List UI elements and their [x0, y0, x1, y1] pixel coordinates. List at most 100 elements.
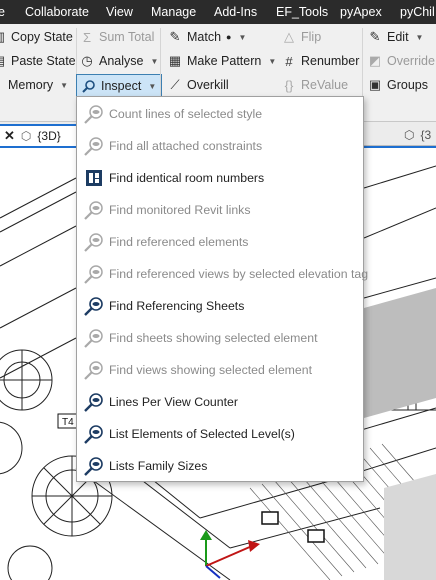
pattern-icon: ▦	[168, 53, 182, 68]
menu-item-architecture[interactable]: e	[0, 5, 5, 19]
menu-item-label: Find Referencing Sheets	[109, 299, 245, 313]
magnifier-eye-icon	[83, 264, 105, 284]
menu-item-label: List Elements of Selected Level(s)	[109, 427, 295, 441]
flip-icon: △	[284, 29, 294, 44]
paste-state-button[interactable]: ▤ Paste State	[0, 50, 76, 72]
revalue-button[interactable]: {} ReValue	[282, 74, 348, 96]
magnifier-eye-icon	[83, 392, 105, 412]
cube-icon: ⬡	[404, 128, 415, 142]
memory-dropdown-button[interactable]: Memory ▼	[8, 74, 68, 96]
magnifier-icon	[82, 79, 96, 93]
menu-item-label: Find referenced elements	[109, 235, 249, 249]
make-pattern-dropdown-button[interactable]: ▦ Make Pattern ▼	[168, 50, 276, 72]
menu-item-find-referenced-views-by-elevation-tag[interactable]: Find referenced views by selected elevat…	[77, 258, 368, 290]
menu-bar: e Collaborate View Manage Add-Ins EF_Too…	[0, 0, 436, 24]
chevron-down-icon: ▼	[150, 56, 159, 66]
menu-item-label: Find identical room numbers	[109, 171, 265, 185]
analyse-gauge-icon: ◷	[81, 53, 93, 68]
pencil-icon: ✎	[369, 29, 381, 44]
menu-item-label: Count lines of selected style	[109, 107, 263, 121]
sum-total-label: Sum Total	[99, 30, 155, 44]
sum-total-button[interactable]: Σ Sum Total	[80, 26, 154, 48]
menu-item-list-elements-of-selected-levels[interactable]: List Elements of Selected Level(s)	[77, 418, 363, 450]
override-icon: ◩	[368, 53, 382, 68]
room-plan-icon	[83, 168, 105, 188]
menu-item-pychilizer[interactable]: pyChil	[400, 5, 435, 19]
close-icon[interactable]: ✕	[4, 128, 15, 144]
paintbrush-icon: ✎	[169, 29, 181, 44]
menu-item-find-sheets-showing-selected-element[interactable]: Find sheets showing selected element	[77, 322, 363, 354]
paste-icon: ▤	[0, 53, 6, 68]
paste-state-label: Paste State	[11, 54, 76, 68]
match-dot-icon: ●	[226, 32, 232, 42]
edit-dropdown-button[interactable]: ✎ Edit ▼	[368, 26, 424, 48]
inspect-dropdown-button[interactable]: Inspect ▼	[76, 74, 163, 98]
renumber-button[interactable]: # Renumber	[282, 50, 359, 72]
magnifier-eye-icon	[83, 456, 105, 476]
renumber-label: Renumber	[301, 54, 360, 68]
menu-item-label: Find all attached constraints	[109, 139, 263, 153]
analyse-label: Analyse	[99, 54, 144, 68]
menu-item-find-all-attached-constraints[interactable]: Find all attached constraints	[77, 130, 363, 162]
flip-button[interactable]: △ Flip	[282, 26, 321, 48]
magnifier-eye-icon	[83, 104, 105, 124]
menu-item-label: Find views showing selected element	[109, 363, 313, 377]
menu-item-label: Find sheets showing selected element	[109, 331, 318, 345]
magnifier-eye-icon	[83, 360, 105, 380]
magnifier-eye-icon	[83, 424, 105, 444]
analyse-dropdown-button[interactable]: ◷ Analyse ▼	[80, 50, 158, 72]
overkill-button[interactable]: ⟋ Overkill	[168, 74, 229, 96]
chevron-down-icon: ▼	[415, 32, 424, 42]
memory-label: Memory	[8, 78, 54, 92]
menu-item-find-identical-room-numbers[interactable]: Find identical room numbers	[77, 162, 363, 194]
copy-icon: ▥	[0, 29, 6, 44]
overkill-label: Overkill	[187, 78, 229, 92]
menu-item-manage[interactable]: Manage	[151, 5, 196, 19]
hash-icon: #	[285, 53, 293, 69]
override-dropdown-button[interactable]: ◩ Override	[368, 50, 435, 72]
braces-icon: {}	[284, 77, 294, 93]
edit-label: Edit	[387, 30, 409, 44]
groups-icon: ▣	[368, 77, 382, 92]
inspect-label: Inspect	[101, 79, 142, 93]
chevron-down-icon: ▼	[148, 81, 157, 91]
magnifier-eye-icon	[83, 328, 105, 348]
menu-item-add-ins[interactable]: Add-Ins	[214, 5, 257, 19]
revalue-label: ReValue	[301, 78, 349, 92]
magnifier-eye-icon	[83, 296, 105, 316]
menu-item-label: Find monitored Revit links	[109, 203, 251, 217]
menu-item-view[interactable]: View	[106, 5, 133, 19]
chevron-down-icon: ▼	[238, 32, 247, 42]
menu-item-pyapex[interactable]: pyApex	[340, 5, 382, 19]
override-label: Override	[387, 54, 435, 68]
magnifier-eye-icon	[83, 232, 105, 252]
match-dropdown-button[interactable]: ✎ Match ● ▼	[168, 26, 247, 48]
chevron-down-icon: ▼	[60, 80, 69, 90]
menu-item-count-lines-of-selected-style[interactable]: Count lines of selected style	[77, 98, 363, 130]
copy-state-button[interactable]: ▥ Copy State	[0, 26, 73, 48]
sum-icon: Σ	[82, 29, 92, 45]
flip-label: Flip	[301, 30, 322, 44]
tab-3d-secondary-label: {3	[420, 128, 432, 142]
menu-item-ef-tools[interactable]: EF_Tools	[276, 5, 328, 19]
menu-item-lists-family-sizes[interactable]: Lists Family Sizes	[77, 450, 363, 482]
make-pattern-label: Make Pattern	[187, 54, 262, 68]
groups-label: Groups	[387, 78, 428, 92]
menu-item-collaborate[interactable]: Collaborate	[25, 5, 89, 19]
inspect-dropdown-menu: Count lines of selected style Find all a…	[76, 96, 368, 482]
tag-label[interactable]: T4	[62, 417, 74, 428]
magnifier-eye-icon	[83, 136, 105, 156]
copy-state-label: Copy State	[11, 30, 73, 44]
tab-3d-view-secondary[interactable]: ⬡ {3	[404, 125, 431, 145]
cube-icon: ⬡	[20, 129, 32, 143]
tab-3d-label: {3D}	[37, 129, 61, 143]
menu-item-find-monitored-revit-links[interactable]: Find monitored Revit links	[77, 194, 363, 226]
match-label: Match	[187, 30, 222, 44]
groups-dropdown-button[interactable]: ▣ Groups ▼	[368, 74, 436, 96]
menu-item-find-referencing-sheets[interactable]: Find Referencing Sheets	[77, 290, 363, 322]
menu-item-label: Lists Family Sizes	[109, 459, 208, 473]
menu-item-find-views-showing-selected-element[interactable]: Find views showing selected element	[77, 354, 363, 386]
menu-item-label: Find referenced views by selected elevat…	[109, 267, 369, 281]
menu-item-lines-per-view-counter[interactable]: Lines Per View Counter	[77, 386, 363, 418]
menu-item-find-referenced-elements[interactable]: Find referenced elements	[77, 226, 363, 258]
